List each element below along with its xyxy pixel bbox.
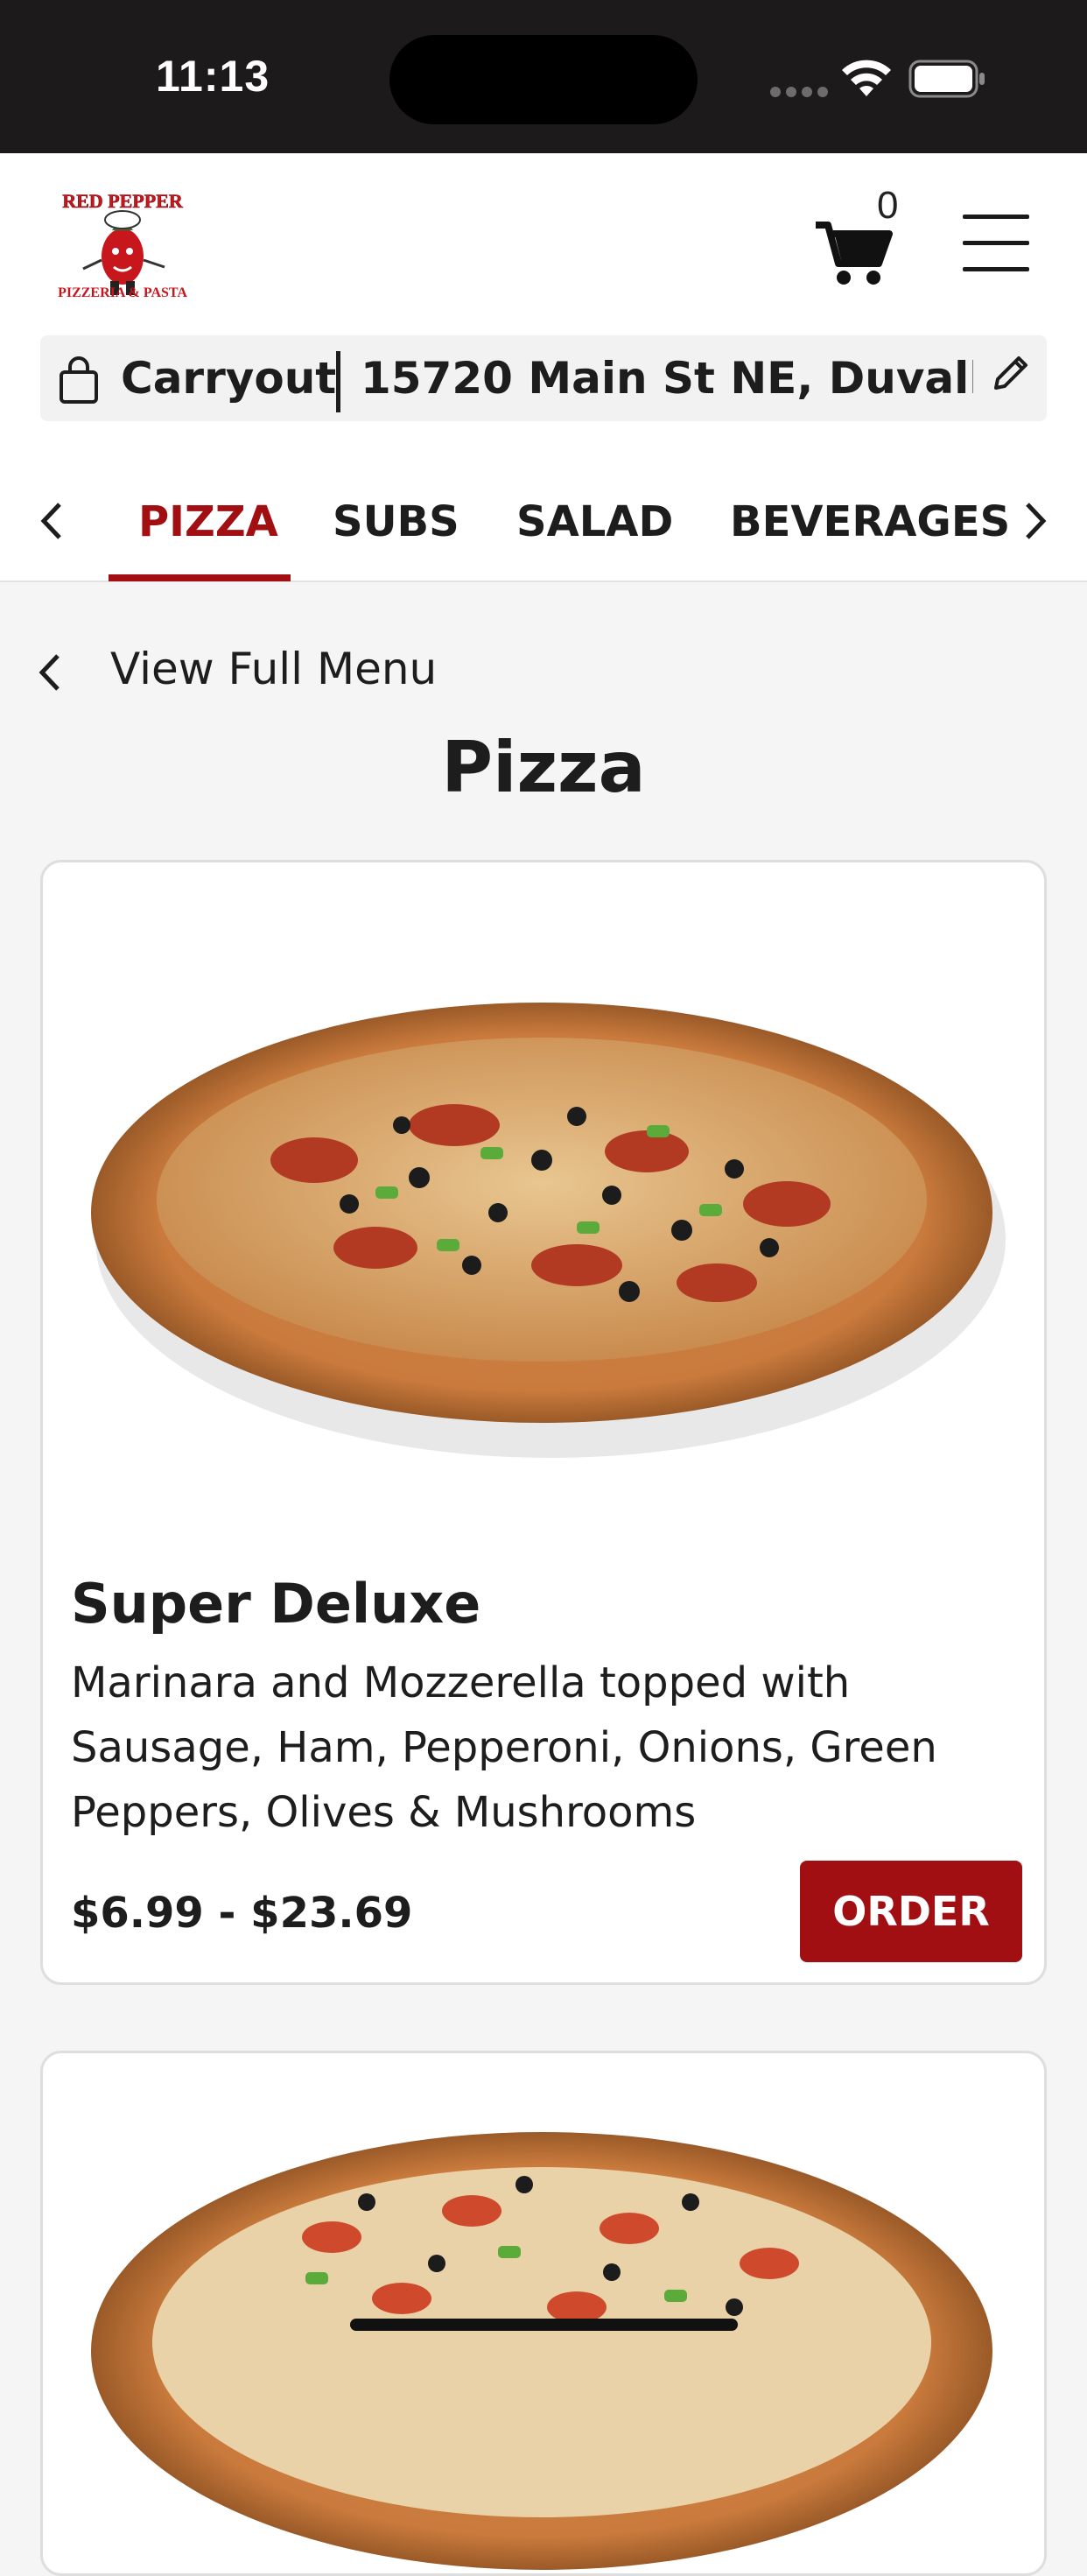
active-tab-indicator: [109, 574, 291, 581]
status-bar: 11:13: [0, 0, 1087, 153]
chevron-left-icon: [39, 654, 60, 691]
battery-icon: [908, 60, 985, 98]
home-indicator[interactable]: [350, 2319, 738, 2331]
view-full-menu-label: View Full Menu: [110, 644, 438, 694]
store-address: 15720 Main St NE, Duvall, ...: [361, 353, 973, 404]
section-title: Pizza: [441, 727, 646, 808]
divider: [336, 351, 340, 412]
dynamic-island: [389, 35, 698, 124]
chevron-right-icon[interactable]: [1017, 499, 1052, 543]
order-mode-bar[interactable]: Carryout 15720 Main St NE, Duvall, ...: [40, 335, 1047, 421]
category-nav: PIZZA SUBS SALAD BEVERAGES: [0, 455, 1087, 582]
item-description: Marinara and Mozzerella topped with Saus…: [71, 1658, 937, 1837]
order-mode-label: Carryout: [121, 353, 337, 404]
cart-count-badge: 0: [877, 184, 899, 227]
menu-item-card[interactable]: Super Deluxe Marinara and Mozzerella top…: [40, 860, 1047, 1985]
tab-beverages[interactable]: BEVERAGES: [730, 497, 1010, 546]
tab-salad[interactable]: SALAD: [516, 497, 673, 546]
chevron-left-icon[interactable]: [35, 499, 70, 543]
tab-pizza[interactable]: PIZZA: [138, 497, 278, 546]
red-pepper-logo[interactable]: RED PEPPER PIZZERIA & PASTA: [35, 188, 210, 302]
svg-text:PIZZERIA & PASTA: PIZZERIA & PASTA: [58, 285, 187, 300]
pencil-edit-icon[interactable]: [989, 351, 1033, 395]
item-price: $6.99 - $23.69: [71, 1889, 413, 1938]
order-button[interactable]: ORDER: [800, 1861, 1022, 1962]
hamburger-menu-icon[interactable]: [963, 215, 1029, 272]
wifi-icon: [842, 60, 891, 96]
status-time: 11:13: [156, 52, 270, 101]
shopping-bag-icon: [60, 356, 98, 404]
cellular-signal-icon: [770, 84, 833, 101]
tab-subs[interactable]: SUBS: [333, 497, 459, 546]
svg-text:RED PEPPER: RED PEPPER: [62, 190, 184, 212]
menu-item-card[interactable]: [40, 2051, 1047, 2576]
header: RED PEPPER PIZZERIA & PASTA 0 Carryout 1…: [0, 153, 1087, 582]
item-name: Super Deluxe: [71, 1572, 481, 1636]
pizza-image: [91, 1003, 1006, 1458]
pizza-image: [91, 2132, 992, 2570]
